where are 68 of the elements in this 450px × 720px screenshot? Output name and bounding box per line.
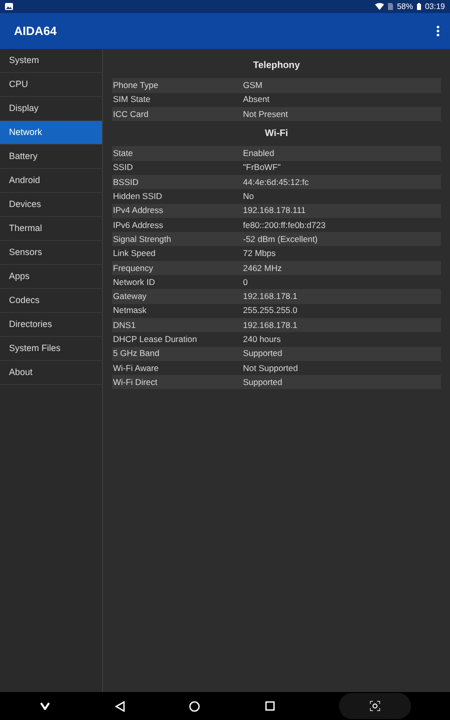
property-value: "FrBoWF"	[243, 161, 281, 174]
property-label: Netmask	[113, 305, 147, 316]
property-label: Link Speed	[113, 248, 156, 258]
property-value: -52 dBm (Excellent)	[243, 232, 318, 246]
property-label: Network ID	[113, 276, 156, 287]
property-label: IPv6 Address	[113, 220, 164, 230]
property-value: fe80::200:ff:fe0b:d723	[243, 218, 326, 232]
property-label: IPv4 Address	[113, 205, 164, 216]
property-value: 255.255.255.0	[243, 304, 298, 318]
sim-icon	[388, 3, 393, 10]
property-label: Signal Strength	[113, 234, 172, 244]
wifi-icon	[374, 3, 384, 10]
sidebar-item[interactable]: Devices	[0, 193, 102, 217]
property-value: 72 Mbps	[243, 247, 276, 260]
sidebar-item[interactable]: Android	[0, 169, 102, 193]
image-notification-icon	[5, 3, 13, 10]
section-title: Wi-Fi	[264, 128, 288, 140]
sidebar-item[interactable]: Codecs	[0, 289, 102, 313]
property-value: 192.168.178.111	[243, 204, 306, 218]
property-value: Supported	[243, 376, 282, 389]
sidebar-item[interactable]: Network	[0, 121, 102, 145]
property-label: Frequency	[113, 262, 154, 273]
property-label: DHCP Lease Duration	[113, 334, 197, 344]
property-value: 240 hours	[243, 333, 281, 346]
sidebar-item[interactable]: Sensors	[0, 241, 102, 265]
property-label: 5 GHz Band	[113, 348, 160, 358]
sidebar-item[interactable]: Directories	[0, 313, 102, 337]
property-label: Hidden SSID	[113, 191, 162, 202]
property-value: GSM	[243, 79, 262, 92]
property-value: Not Supported	[243, 362, 298, 374]
property-value: 192.168.178.1	[243, 290, 298, 303]
screenshot-icon	[370, 701, 380, 711]
app-title: AIDA64	[14, 23, 57, 40]
property-label: Phone Type	[113, 80, 158, 90]
property-value: Enabled	[243, 147, 274, 160]
sidebar-item[interactable]: System	[0, 49, 102, 73]
property-label: Wi-Fi Direct	[113, 376, 158, 387]
property-label: BSSID	[113, 176, 139, 187]
overflow-menu-icon[interactable]	[436, 25, 440, 37]
property-label: SIM State	[113, 94, 150, 104]
back-icon[interactable]	[114, 700, 126, 712]
property-value: No	[243, 190, 254, 203]
property-value: 44:4e:6d:45:12:fc	[243, 176, 309, 188]
sidebar-item[interactable]: CPU	[0, 73, 102, 97]
battery-percent: 58%	[396, 0, 413, 12]
section-title: Telephony	[253, 60, 300, 71]
property-value: Not Present	[243, 108, 288, 120]
sidebar-item[interactable]: Battery	[0, 145, 102, 169]
clock-time: 03:19	[424, 0, 445, 12]
property-value: 0	[243, 276, 248, 289]
property-value: Supported	[243, 347, 282, 360]
home-icon[interactable]	[188, 700, 201, 712]
sidebar-item[interactable]: About	[0, 361, 102, 385]
chevron-down-icon[interactable]	[39, 701, 52, 711]
property-value: 192.168.178.1	[243, 318, 298, 332]
property-label: Gateway	[113, 291, 147, 302]
recent-apps-icon[interactable]	[264, 700, 276, 712]
sidebar-item[interactable]: Thermal	[0, 217, 102, 241]
sidebar-item[interactable]: System Files	[0, 337, 102, 361]
property-value: 2462 MHz	[243, 262, 282, 274]
property-label: DNS1	[113, 320, 136, 330]
sidebar-item[interactable]: Apps	[0, 265, 102, 289]
property-label: Wi-Fi Aware	[113, 362, 159, 373]
property-label: ICC Card	[113, 108, 148, 119]
property-label: State	[113, 148, 133, 158]
property-value: Absent	[243, 93, 270, 106]
battery-icon	[416, 3, 421, 10]
property-label: SSID	[113, 162, 133, 172]
